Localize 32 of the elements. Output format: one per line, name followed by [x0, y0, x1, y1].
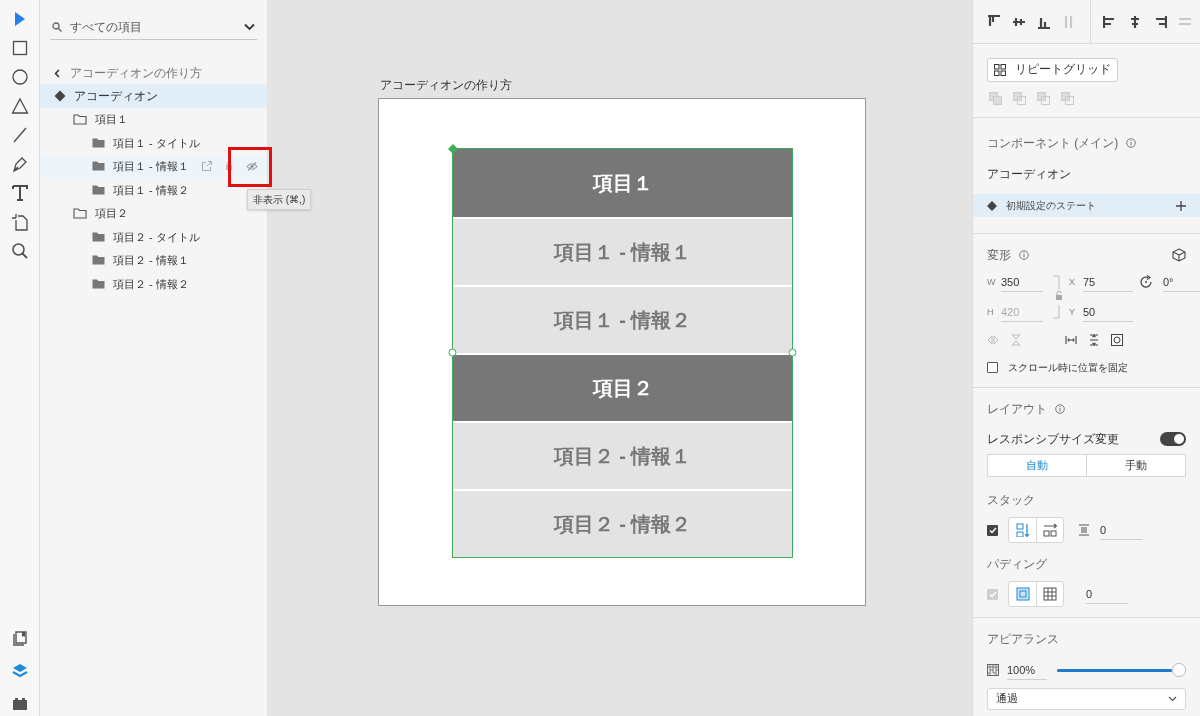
- accordion-item: 項目１ - 情報１: [453, 217, 792, 285]
- layer-name: 項目２ - 情報１: [113, 253, 189, 268]
- section-heading: コンポーネント (メイン): [987, 135, 1119, 152]
- layer-name: 項目２ - 情報２: [113, 276, 189, 292]
- toggle-label: レスポンシブサイズ変更: [987, 431, 1120, 449]
- field-label: X: [1069, 275, 1076, 289]
- layer-name: 項目１: [95, 112, 128, 127]
- component-name: アコーディオン: [986, 167, 1072, 182]
- accordion-header: 項目２: [453, 353, 792, 421]
- state-name: 初期設定のステート: [1006, 199, 1097, 214]
- layer-name: アコーディオン: [74, 87, 158, 105]
- section-heading: 変形: [987, 247, 1011, 265]
- accordion-item: 項目１ - 情報２: [453, 285, 792, 353]
- section-heading: レイアウト: [987, 401, 1047, 419]
- accordion-item: 項目２ - 情報２: [453, 489, 792, 557]
- field-label: H: [987, 305, 995, 319]
- section-heading: パディング: [987, 556, 1047, 574]
- layer-name: 項目１ - タイトル: [113, 135, 200, 151]
- breadcrumb-label: アコーディオンの作り方: [70, 65, 202, 82]
- layer-name: 項目１ - 情報１: [113, 159, 189, 174]
- accordion-item: 項目２ - 情報１: [453, 421, 792, 489]
- layer-name: 項目２ - タイトル: [113, 229, 200, 245]
- field-label: Y: [1069, 305, 1076, 319]
- section-heading: アピアランス: [987, 631, 1059, 649]
- accordion-header: 項目１: [453, 149, 792, 217]
- layer-name: 項目２: [95, 206, 128, 221]
- layer-name: 項目１ - 情報２: [113, 182, 189, 198]
- checkbox-label: スクロール時に位置を固定: [1008, 361, 1128, 376]
- field-label: W: [987, 275, 995, 289]
- artboard-title: アコーディオンの作り方: [380, 77, 512, 94]
- section-heading: スタック: [987, 492, 1035, 510]
- tooltip: 非表示 (⌘,): [247, 188, 312, 210]
